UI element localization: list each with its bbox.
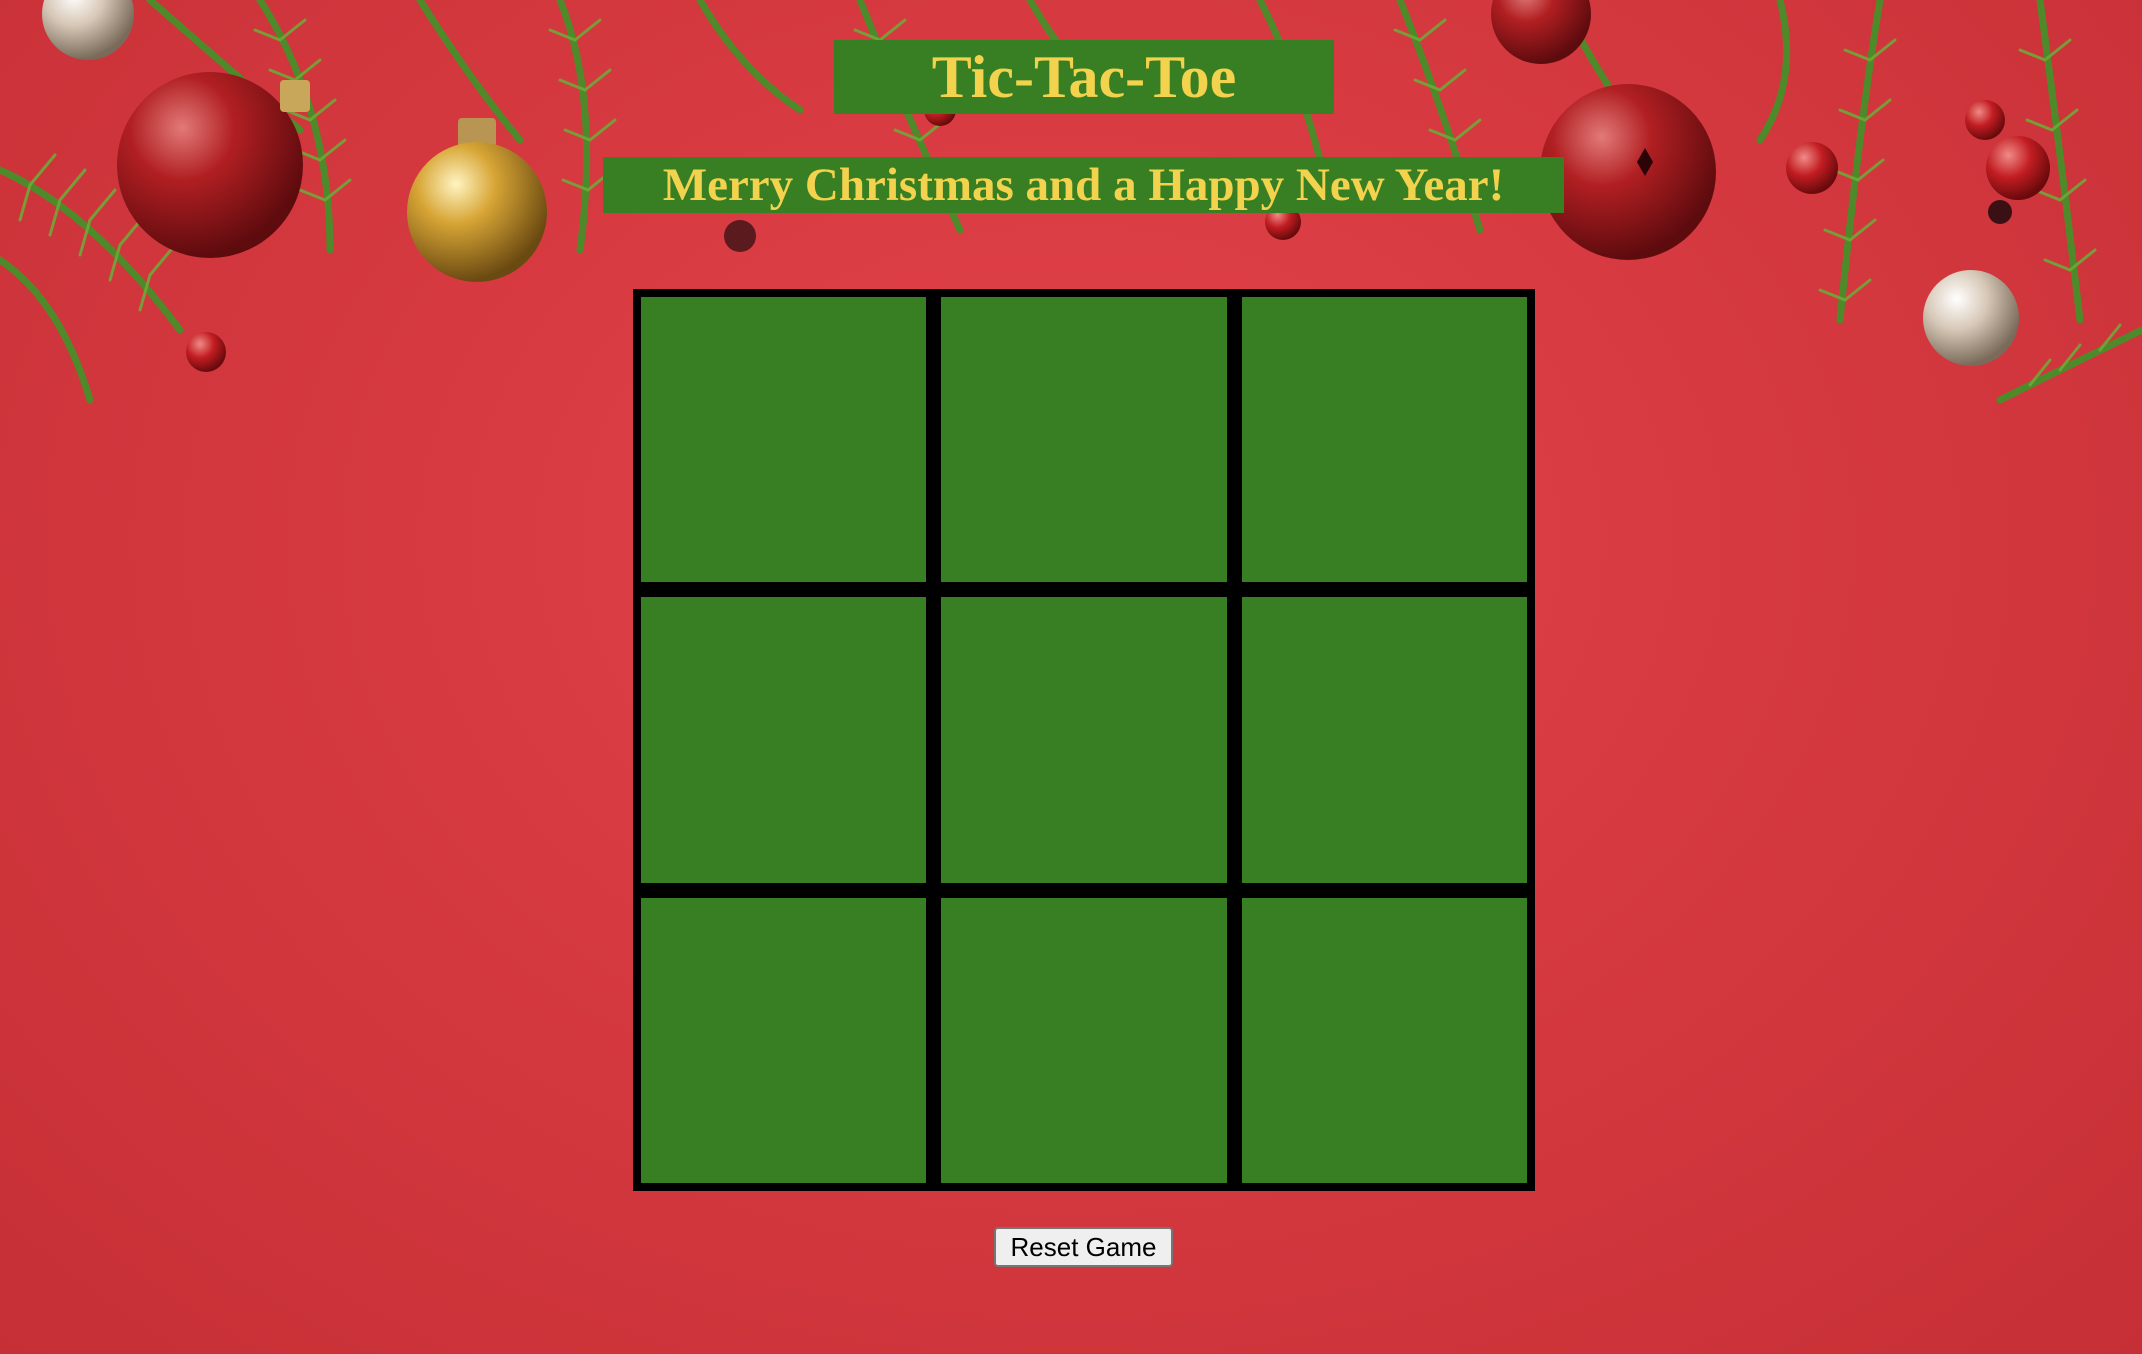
board-cell-8[interactable] [941,897,1227,1183]
board-cell-5[interactable] [941,597,1227,883]
gold-ornament [407,118,547,282]
board-cell-7[interactable] [641,897,927,1183]
subtitle-banner: Merry Christmas and a Happy New Year! [603,157,1564,213]
red-jingle-bell [1491,0,1716,260]
game-board [633,289,1535,1191]
board-cell-3[interactable] [1241,297,1527,583]
page-title: Tic-Tac-Toe [931,44,1237,110]
title-banner: Tic-Tac-Toe [834,40,1334,114]
board-cell-9[interactable] [1241,897,1527,1183]
reset-game-button[interactable]: Reset Game [994,1227,1173,1267]
red-glitter-ornament [117,72,310,258]
board-cell-6[interactable] [1241,597,1527,883]
board-cell-1[interactable] [641,297,927,583]
board-cell-4[interactable] [641,597,927,883]
board-cell-2[interactable] [941,297,1227,583]
page-subtitle: Merry Christmas and a Happy New Year! [662,158,1505,211]
